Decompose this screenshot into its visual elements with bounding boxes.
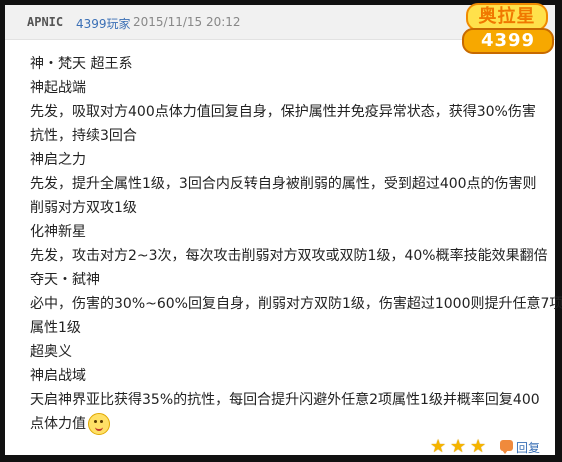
logo-text-bottom: 4399 xyxy=(462,28,554,54)
post-line: 先发，提升全属性1级，3回合内反转自身被削弱的属性，受到超过400点的伤害则 xyxy=(30,176,537,192)
post-line: 神启战域 xyxy=(30,368,86,384)
smiley-emoji-icon xyxy=(88,413,110,435)
star-icon[interactable]: ★ xyxy=(430,438,448,456)
post-line-last: 点体力值 xyxy=(30,412,550,436)
post-line: 化神新星 xyxy=(30,224,86,240)
post-line: 点体力值 xyxy=(30,416,86,432)
post-line: 抗性，持续3回合 xyxy=(30,128,137,144)
post-line: 先发，攻击对方2~3次，每次攻击削弱对方双攻或双防1级，40%概率技能效果翻倍 xyxy=(30,248,548,264)
post-line: 先发，吸取对方400点体力值回复自身，保护属性并免疫异常状态，获得30%伤害 xyxy=(30,104,536,120)
post-line: 天启神界亚比获得35%的抗性，每回合提升闪避外任意2项属性1级并概率回复400 xyxy=(30,392,540,408)
reply-button[interactable]: 回复 xyxy=(516,439,540,456)
post-body: 神・梵天 超王系 神起战端 先发，吸取对方400点体力值回复自身，保护属性并免疫… xyxy=(30,52,562,436)
post-line: 神・梵天 超王系 xyxy=(30,56,133,72)
post-line: 超奥义 xyxy=(30,344,72,360)
post-line: 削弱对方双攻1级 xyxy=(30,200,137,216)
post-line: 必中，伤害的30%~60%回复自身，削弱对方双防1级，伤害超过1000则提升任意… xyxy=(30,296,562,312)
user-label[interactable]: 4399玩家 xyxy=(76,15,131,32)
star-icon[interactable]: ★ xyxy=(450,438,468,456)
post-line: 夺天・弑神 xyxy=(30,272,100,288)
star-icon[interactable]: ★ xyxy=(470,438,488,456)
post-line: 神启之力 xyxy=(30,152,86,168)
post-date: 2015/11/15 20:12 xyxy=(133,15,241,29)
post-line: 神起战端 xyxy=(30,80,86,96)
username[interactable]: APNIC xyxy=(27,15,63,29)
reply-icon[interactable] xyxy=(500,440,513,454)
post-line: 属性1级 xyxy=(30,320,81,336)
logo-text-top: 奥拉星 xyxy=(466,3,548,31)
aolaxing-4399-logo: 奥拉星 4399 xyxy=(462,2,554,54)
